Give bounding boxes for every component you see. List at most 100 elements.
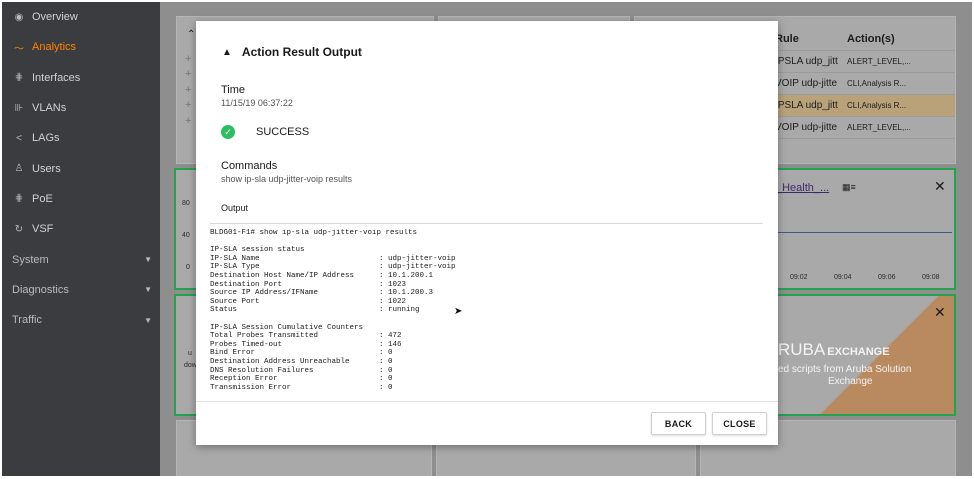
chevron-down-icon: ▼ [144, 285, 152, 295]
promo-exchange: EXCHANGE [827, 346, 890, 358]
output-value: : udp-jitter-voip [379, 263, 456, 272]
sidebar-item-label: VSF [32, 223, 54, 236]
share-icon: < [16, 132, 22, 144]
output-key: Destination Port [210, 280, 283, 289]
action-result-modal: ▲ Action Result Output Time 11/15/19 06:… [196, 21, 778, 445]
output-value: : 1022 [379, 297, 407, 306]
output-value: : 472 [379, 332, 402, 341]
output-line: Destination Address Unreachable : 0 [210, 358, 763, 367]
status-text: SUCCESS [256, 126, 310, 138]
output-line: Reception Error: 0 [210, 375, 763, 384]
sidebar-item-label: LAGs [32, 132, 60, 145]
warning-triangle-icon: ▲ [222, 46, 232, 58]
output-key: Source IP Address/IFName [210, 289, 319, 298]
commands-label: Commands [221, 160, 278, 172]
divider [210, 223, 763, 224]
panel-left-lower: u dow [174, 294, 198, 416]
sidebar-item-poe[interactable]: ⋕ PoE [2, 184, 160, 214]
output-line: Destination Host Name/IP Address: 10.1.2… [210, 272, 763, 281]
output-value: : 0 [379, 349, 393, 358]
mouse-cursor-icon: ➤ [454, 306, 463, 317]
panel-solution-exchange: ✕ RUBA EXCHANGE ed scripts from Aruba Sol… [770, 294, 956, 416]
table-cell-action: ALERT_LEVEL,... [847, 57, 911, 66]
time-label: Time [221, 84, 246, 96]
panel-health-chart: _Health_... ▦≡ ✕ 09:02 09:04 09:06 09:08 [770, 168, 956, 290]
output-key: Total Probes Transmitted [210, 332, 319, 341]
chart-y-tick: 0 [186, 264, 190, 271]
output-line: Source Port : 1022 [210, 298, 763, 307]
chevron-down-icon: ▼ [144, 315, 152, 325]
status-row: ✓ SUCCESS [221, 125, 309, 139]
output-key: Probes Timed-out [210, 340, 283, 349]
success-check-icon: ✓ [221, 125, 235, 139]
chart-title-link[interactable]: _Health_... [776, 182, 829, 194]
promo-brand: RUBA EXCHANGE [778, 340, 890, 359]
column-header: Rule [775, 33, 799, 45]
sidebar-section-diagnostics[interactable]: Diagnostics ▼ [2, 275, 160, 305]
sidebar-item-overview[interactable]: ◉ Overview [2, 2, 160, 32]
output-value: : 0 [379, 357, 393, 366]
table-cell-rule: IPSLA udp_jitt [775, 100, 838, 111]
sidebar-item-users[interactable]: ♙ Users [2, 153, 160, 183]
modal-title: ▲ Action Result Output [222, 45, 362, 59]
vlans-icon: ⊪ [14, 102, 24, 114]
output-key: DNS Resolution Failures [210, 366, 314, 375]
poe-icon: ⋕ [14, 193, 24, 205]
output-console[interactable]: BLDG01-F1# show ip-sla udp-jitter-voip r… [210, 229, 763, 395]
close-icon[interactable]: ✕ [934, 178, 946, 195]
sidebar: ◉ Overview 〜 Analytics ⋕ Interfaces ⊪ VLANs < LAG… [2, 2, 160, 476]
output-value: : 0 [379, 375, 393, 384]
output-key: Destination Host Name/IP Address [210, 271, 355, 280]
output-line: Probes Timed-out : 146 [210, 341, 763, 350]
output-key: IP-SLA Type [210, 263, 260, 272]
commands-value: show ip-sla udp-jitter-voip results [221, 174, 353, 184]
user-icon: ♙ [14, 163, 24, 175]
table-cell-action: ALERT_LEVEL,... [847, 123, 911, 132]
panel-text: u [188, 350, 192, 357]
chart-x-tick: 09:08 [922, 274, 940, 281]
output-line: Source IP Address/IFName: 10.1.200.3 [210, 289, 763, 298]
plus-icon: + [185, 68, 192, 80]
chart-y-tick: 40 [182, 232, 190, 239]
close-icon[interactable]: ✕ [934, 304, 946, 321]
output-key: Source Port [210, 297, 260, 306]
plus-icon: + [185, 115, 192, 127]
sidebar-item-interfaces[interactable]: ⋕ Interfaces [2, 63, 160, 93]
output-key: IP-SLA Name [210, 254, 260, 263]
chart-y-tick: 80 [182, 200, 190, 207]
column-header: Action(s) [847, 33, 895, 45]
sidebar-item-vsf[interactable]: ↻ VSF [2, 214, 160, 244]
output-line: IP-SLA Type : udp-jitter-voip [210, 263, 763, 272]
chart-table-icon[interactable]: ▦≡ [842, 182, 856, 193]
table-cell-rule: VOIP udp-jitte [775, 78, 838, 89]
table-cell-rule: VOIP udp-jitte [775, 122, 838, 133]
sidebar-item-vlans[interactable]: ⊪ VLANs [2, 93, 160, 123]
output-label: Output [221, 203, 249, 213]
plus-icon: + [185, 53, 192, 65]
divider [196, 401, 778, 402]
output-value: : udp-jitter-voip [379, 254, 456, 263]
chart-x-tick: 09:06 [878, 274, 896, 281]
sidebar-section-label: Traffic [12, 314, 42, 327]
chart-x-tick: 09:04 [834, 274, 852, 281]
sidebar-section-traffic[interactable]: Traffic ▼ [2, 305, 160, 335]
output-key: Destination Address Unreachable [210, 357, 350, 366]
back-button[interactable]: BACK [651, 412, 706, 435]
close-button[interactable]: CLOSE [712, 412, 767, 435]
output-line: DNS Resolution Failures: 0 [210, 367, 763, 376]
output-value: : 146 [379, 340, 402, 349]
time-value: 11/15/19 06:37:22 [221, 98, 293, 108]
output-key: Status [210, 306, 238, 315]
promo-line-1: ed scripts from Aruba Solution [778, 364, 912, 375]
table-cell-rule: IPSLA udp_jitt [775, 56, 838, 67]
chart-line [772, 232, 952, 233]
sidebar-item-label: Overview [32, 11, 78, 24]
sidebar-item-lags[interactable]: < LAGs [2, 123, 160, 153]
output-prompt: BLDG01-F1# show ip-sla udp-jitter-voip r… [210, 229, 418, 237]
panel-chart-left: 80 40 0 [174, 168, 198, 290]
sidebar-item-analytics[interactable]: 〜 Analytics [2, 32, 160, 62]
output-line: Transmission Error: 0 [210, 384, 763, 393]
sidebar-item-label: Analytics [32, 41, 77, 54]
output-line: Status: running [210, 306, 763, 315]
sidebar-section-system[interactable]: System ▼ [2, 244, 160, 274]
